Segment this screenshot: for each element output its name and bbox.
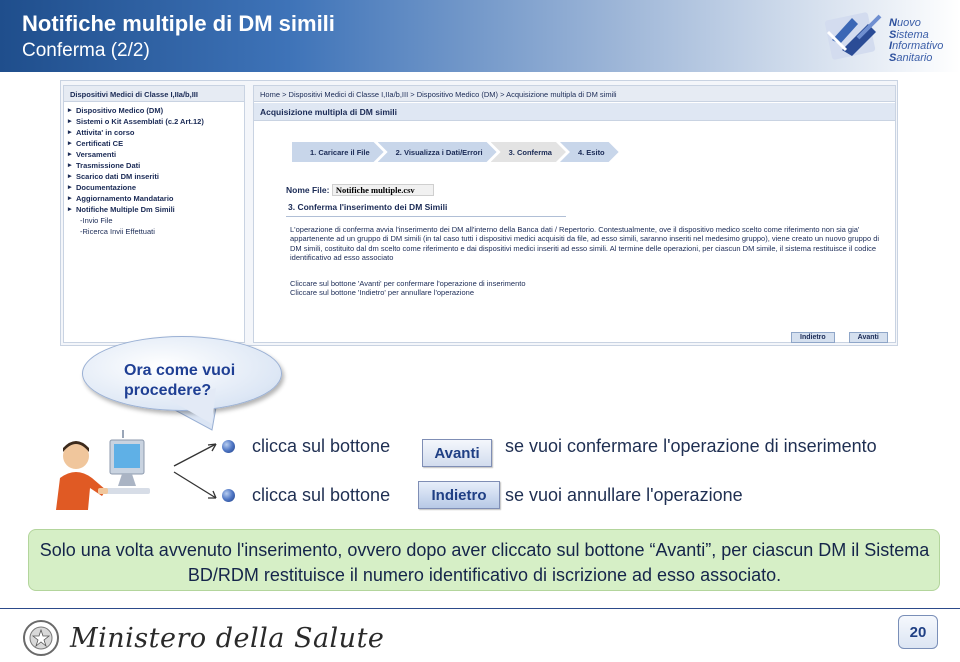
wizard-steps: 1. Caricare il File 2. Visualizza i Dati… — [292, 142, 613, 162]
choice-avanti-prefix: clicca sul bottone — [252, 436, 391, 456]
sidebar-menu: Dispositivo Medico (DM) Sistemi o Kit As… — [64, 102, 244, 240]
confirmation-description: L'operazione di conferma avvia l'inserim… — [290, 225, 880, 262]
instruction-indietro: Cliccare sul bottone 'Indietro' per annu… — [290, 288, 474, 298]
step-conferma: 3. Conferma — [491, 142, 566, 162]
sidebar-item-mandatario[interactable]: Aggiornamento Mandatario — [68, 193, 240, 204]
file-name-label: Nome File: — [286, 185, 330, 195]
nsis-logo-text: Nuovo Sistema Informativo Sanitario — [889, 17, 944, 64]
sidebar-item-attivita[interactable]: Attivita' in corso — [68, 127, 240, 138]
speech-bubble-text: Ora come vuoi procedere? — [124, 362, 236, 399]
choice-indietro-suffix: se vuoi annullare l'operazione — [505, 485, 743, 505]
sidebar-item-ricerca-invii[interactable]: -Ricerca Invii Effettuati — [68, 226, 240, 237]
sidebar-item-notifiche-multiple[interactable]: Notifiche Multiple Dm Simili — [68, 204, 240, 215]
sidebar-item-dispositivo-medico[interactable]: Dispositivo Medico (DM) — [68, 105, 240, 116]
sidebar-item-scarico[interactable]: Scarico dati DM inseriti — [68, 171, 240, 182]
back-button[interactable]: Indietro — [791, 332, 835, 343]
choice-avanti-suffix: se vuoi confermare l'operazione di inser… — [505, 436, 877, 456]
sidebar-item-invio-file[interactable]: -Invio File — [68, 215, 240, 226]
sidebar-item-trasmissione[interactable]: Trasmissione Dati — [68, 160, 240, 171]
page-number: 20 — [898, 615, 938, 649]
info-note-text: Solo una volta avvenuto l'inserimento, o… — [39, 540, 930, 585]
step-esito: 4. Esito — [560, 142, 619, 162]
next-button[interactable]: Avanti — [848, 332, 888, 343]
footer-divider — [0, 608, 960, 609]
bullet-icon — [222, 440, 235, 453]
ministry-logo-text: Ministero della Salute — [70, 623, 385, 654]
slide-subtitle: Conferma (2/2) — [22, 40, 150, 61]
section-divider — [286, 216, 566, 217]
sidebar-item-versamenti[interactable]: Versamenti — [68, 149, 240, 160]
avanti-button[interactable]: Avanti — [422, 439, 492, 467]
sidebar-item-sistemi-kit[interactable]: Sistemi o Kit Assemblati (c.2 Art.12) — [68, 116, 240, 127]
slide-title: Notifiche multiple di DM simili — [22, 11, 335, 36]
sidebar-item-certificati[interactable]: Certificati CE — [68, 138, 240, 149]
nsis-logo-icon — [824, 12, 882, 60]
branch-arrows-icon — [173, 443, 217, 499]
step-caricare-file: 1. Caricare il File — [292, 142, 384, 162]
step-visualizza-dati: 2. Visualizza i Dati/Errori — [378, 142, 497, 162]
user-at-computer-icon — [56, 430, 150, 510]
bullet-icon — [222, 489, 235, 502]
page-title: Acquisizione multipla di DM simili — [254, 103, 895, 121]
file-name-value: Notifiche multiple.csv — [331, 184, 434, 196]
choice-indietro-prefix: clicca sul bottone — [252, 485, 391, 505]
sidebar: Dispositivi Medici di Classe I,IIa/b,III… — [63, 85, 245, 343]
confirmation-instructions: Cliccare sul bottone 'Avanti' per confer… — [290, 279, 880, 298]
wizard-buttons: Indietro Avanti — [791, 332, 888, 343]
file-name-row: Nome File: Notifiche multiple.csv — [286, 184, 434, 196]
italian-republic-emblem-icon — [23, 620, 59, 656]
sidebar-item-documentazione[interactable]: Documentazione — [68, 182, 240, 193]
sidebar-title: Dispositivi Medici di Classe I,IIa/b,III — [64, 86, 244, 102]
breadcrumb: Home > Dispositivi Medici di Classe I,II… — [254, 86, 895, 102]
section-title: 3. Conferma l'inserimento dei DM Simili — [288, 202, 448, 212]
main-panel: Home > Dispositivi Medici di Classe I,II… — [253, 85, 896, 343]
instruction-avanti: Cliccare sul bottone 'Avanti' per confer… — [290, 279, 526, 288]
indietro-button[interactable]: Indietro — [418, 481, 500, 509]
